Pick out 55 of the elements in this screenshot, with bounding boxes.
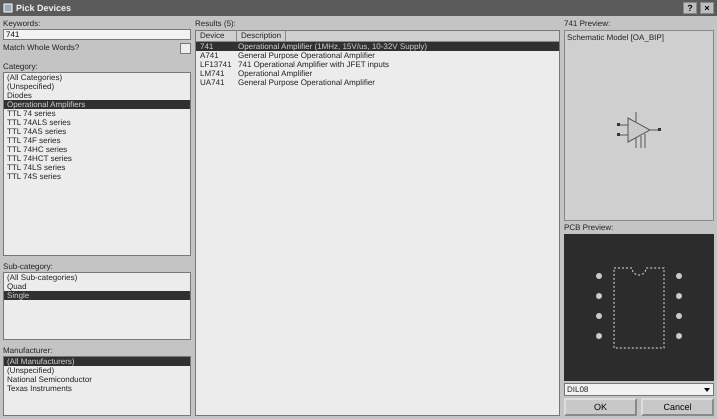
preview-label: 741 Preview:	[564, 19, 610, 28]
list-item[interactable]: Single	[4, 291, 190, 300]
results-label: Results (5):	[195, 19, 236, 28]
list-label: Manufacturer:	[3, 346, 52, 355]
schematic-model-label: Schematic Model [OA_BIP]	[567, 33, 664, 42]
match-whole-words-label: Match Whole Words?	[3, 43, 80, 52]
list-item[interactable]: TTL 74S series	[4, 172, 190, 181]
list-item[interactable]: (Unspecified)	[4, 366, 190, 375]
list-item[interactable]: (Unspecified)	[4, 82, 190, 91]
list-item[interactable]: Quad	[4, 282, 190, 291]
list-item[interactable]: (All Manufacturers)	[4, 357, 190, 366]
list-item[interactable]: TTL 74ALS series	[4, 118, 190, 127]
result-row[interactable]: LF13741 741 Operational Amplifier with JFET inputs	[196, 60, 559, 69]
device-cell-text: 741	[199, 42, 214, 51]
keywords-label: Keywords:	[3, 19, 40, 28]
result-row[interactable]: UA741 General Purpose Operational Amplifier	[196, 78, 559, 87]
list-item[interactable]: (All Categories)	[4, 73, 190, 82]
list-item[interactable]: TTL 74 series	[4, 109, 190, 118]
match-whole-words-checkbox[interactable]	[180, 43, 191, 54]
description-cell-text: Operational Amplifier	[237, 69, 314, 78]
result-row[interactable]: 741 Operational Amplifier (1MHz, 15V/us, 10-32V Supply)	[196, 42, 559, 51]
result-row[interactable]: A741 General Purpose Operational Amplifier	[196, 51, 559, 60]
app-icon	[3, 3, 13, 13]
description-cell-text: General Purpose Operational Amplifier	[237, 78, 376, 87]
pcb-preview-label: PCB Preview:	[564, 223, 614, 232]
list-item[interactable]: Operational Amplifiers	[4, 100, 190, 109]
dialog-button[interactable]: OK	[564, 398, 637, 416]
list-item[interactable]: TTL 74HCT series	[4, 154, 190, 163]
op-amp-symbol-drawing	[616, 110, 662, 150]
result-row[interactable]: LM741 Operational Amplifier	[196, 69, 559, 78]
list-label: Sub-category:	[3, 262, 53, 271]
device-cell-text: LM741	[199, 69, 226, 78]
title-bar-button[interactable]: ?	[683, 2, 697, 14]
window-title: Pick Devices	[16, 3, 72, 13]
column-header[interactable]: Description	[237, 31, 286, 41]
column-header[interactable]: Device	[196, 31, 237, 41]
description-cell-text: Operational Amplifier (1MHz, 15V/us, 10-32V Supply)	[237, 42, 428, 51]
description-cell-text: 741 Operational Amplifier with JFET inputs	[237, 60, 390, 69]
device-cell-text: UA741	[199, 78, 226, 87]
list-item[interactable]: TTL 74LS series	[4, 163, 190, 172]
device-cell-text: LF13741	[199, 60, 233, 69]
device-cell-text: A741	[199, 51, 220, 60]
list-item[interactable]: TTL 74AS series	[4, 127, 190, 136]
title-bar-button[interactable]: ×	[700, 2, 714, 14]
list-item[interactable]: National Semiconductor	[4, 375, 190, 384]
list-item[interactable]: (All Sub-categories)	[4, 273, 190, 282]
list-item[interactable]: Diodes	[4, 91, 190, 100]
list-item[interactable]: TTL 74HC series	[4, 145, 190, 154]
keywords-field[interactable]: 741	[3, 29, 191, 40]
list-label: Category:	[3, 62, 38, 71]
dialog-button[interactable]: Cancel	[641, 398, 714, 416]
list-item[interactable]: TTL 74F series	[4, 136, 190, 145]
description-cell-text: General Purpose Operational Amplifier	[237, 51, 376, 60]
package-dropdown[interactable]: DIL08	[564, 383, 714, 396]
list-item[interactable]: Texas Instruments	[4, 384, 190, 393]
